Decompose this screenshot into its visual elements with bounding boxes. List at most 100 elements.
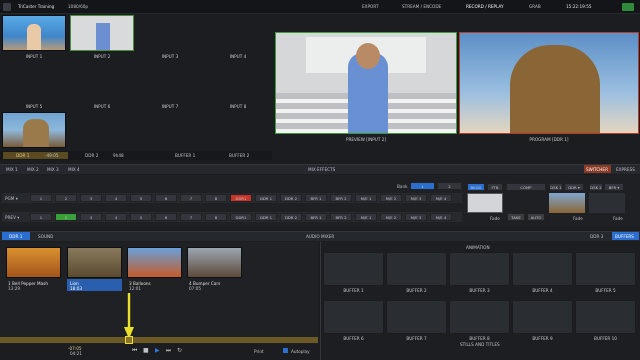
tab-mix-3[interactable]: MIX 3 (47, 167, 59, 172)
pgm-button-5[interactable]: 5 (130, 194, 152, 202)
buffer-slot[interactable] (512, 300, 573, 334)
dsk2-button[interactable]: DSK 2 (589, 183, 603, 191)
preview-label: PREVIEW [INPUT 2] (345, 137, 387, 142)
prev-button-9[interactable]: DDR1 (230, 213, 252, 221)
menu-grab[interactable]: GRAB (529, 4, 541, 9)
buffer-1-label: BUFFER 1 (175, 153, 196, 158)
skip-forward-icon[interactable]: ⏭ (166, 347, 171, 355)
tab-sound[interactable]: SOUND (38, 234, 53, 239)
tab-ddr3[interactable]: DDR 3 (590, 234, 603, 239)
pgm-row-label[interactable]: PGM ▾ (5, 196, 18, 201)
preview-monitor[interactable] (275, 32, 457, 134)
clip-4-thumb[interactable] (187, 247, 242, 278)
tab-mix-2[interactable]: MIX 2 (27, 167, 39, 172)
pgm-button-13[interactable]: BFR 2 (330, 194, 352, 202)
prev-button-1[interactable]: 1 (30, 213, 52, 221)
clip-3-time: 12:01 (129, 286, 142, 291)
pgm-button-10[interactable]: DDR 1 (255, 194, 277, 202)
clip-2-thumb[interactable] (67, 247, 122, 278)
transition-thumb[interactable] (467, 193, 503, 213)
menu-stream[interactable]: STREAM / ENCODE (402, 4, 441, 9)
clip-1-thumb[interactable] (6, 247, 61, 278)
buffer-slot[interactable] (512, 252, 573, 286)
menu-export[interactable]: EXPORT (362, 4, 379, 9)
pgm-button-17[interactable]: M/E 4 (430, 194, 452, 202)
clip-2-time: 18:03 (70, 286, 83, 291)
dsk2-source[interactable]: BFR ▾ (604, 183, 624, 191)
prev-button-2[interactable]: 2 (55, 213, 77, 221)
buffer-slot[interactable] (386, 300, 447, 334)
print-label[interactable]: Print (254, 349, 264, 354)
prev-button-5[interactable]: 5 (130, 213, 152, 221)
prev-button-10[interactable]: DDR 1 (255, 213, 277, 221)
tab-express[interactable]: EXPRESS (616, 167, 635, 172)
bank-2-button[interactable]: 2 (437, 182, 462, 190)
prev-button-4[interactable]: 4 (105, 213, 127, 221)
pgm-button-1[interactable]: 1 (30, 194, 52, 202)
pgm-button-15[interactable]: M/E 2 (380, 194, 402, 202)
bank-1-button[interactable]: 1 (410, 182, 435, 190)
prev-row-label[interactable]: PREV ▾ (5, 215, 19, 220)
buffer-slot[interactable] (575, 252, 636, 286)
buffer-slot-label: BUFFER 4 (532, 288, 553, 293)
prev-button-6[interactable]: 6 (155, 213, 177, 221)
dsk1-thumb[interactable] (549, 193, 585, 213)
menu-record[interactable]: RECORD / REPLAY (466, 4, 504, 9)
buffer-slot[interactable] (449, 300, 510, 334)
pgm-button-3[interactable]: 3 (80, 194, 102, 202)
prev-button-3[interactable]: 3 (80, 213, 102, 221)
input-1-thumb[interactable] (2, 15, 66, 51)
prev-button-12[interactable]: BFR 1 (305, 213, 327, 221)
buffer-slot[interactable] (449, 252, 510, 286)
scrubber-playhead[interactable] (125, 336, 133, 344)
dsk1-button[interactable]: DSK 1 (549, 183, 563, 191)
pgm-button-7[interactable]: 7 (180, 194, 202, 202)
pgm-button-4[interactable]: 4 (105, 194, 127, 202)
program-monitor[interactable] (459, 32, 639, 134)
pgm-button-2[interactable]: 2 (55, 194, 77, 202)
tab-mix-1[interactable]: MIX 1 (6, 167, 18, 172)
pgm-button-12[interactable]: BFR 1 (305, 194, 327, 202)
prev-button-15[interactable]: M/E 2 (380, 213, 402, 221)
auto-button[interactable]: AUTO (527, 213, 545, 221)
ftb-button[interactable]: FTB (487, 183, 503, 191)
dsk1-source[interactable]: DDR ▾ (564, 183, 584, 191)
tab-audio-mixer[interactable]: AUDIO MIXER (306, 234, 334, 239)
prev-button-16[interactable]: M/E 3 (405, 213, 427, 221)
prev-button-13[interactable]: BFR 2 (330, 213, 352, 221)
boy-figure (96, 23, 110, 50)
buffer-slot[interactable] (323, 300, 384, 334)
prev-button-14[interactable]: M/E 1 (355, 213, 377, 221)
pgm-button-16[interactable]: M/E 3 (405, 194, 427, 202)
clip-4-time: 07:05 (189, 286, 202, 291)
play-icon[interactable]: ▶ (155, 347, 160, 354)
input-2-thumb[interactable] (70, 15, 134, 51)
skip-back-icon[interactable]: ⏮ (132, 347, 137, 355)
buffer-slot[interactable] (323, 252, 384, 286)
power-icon[interactable] (622, 3, 634, 11)
clip-3-thumb[interactable] (127, 247, 182, 278)
pgm-button-11[interactable]: DDR 2 (280, 194, 302, 202)
buffer-slot[interactable] (386, 252, 447, 286)
session-title: TriCaster Training (18, 4, 55, 9)
stop-icon[interactable]: ■ (143, 347, 149, 354)
prev-button-8[interactable]: 8 (205, 213, 227, 221)
prev-button-7[interactable]: 7 (180, 213, 202, 221)
prev-button-11[interactable]: DDR 2 (280, 213, 302, 221)
pgm-button-6[interactable]: 6 (155, 194, 177, 202)
pgm-button-9[interactable]: DDR1 (230, 194, 252, 202)
pgm-button-14[interactable]: M/E 1 (355, 194, 377, 202)
pgm-button-8[interactable]: 8 (205, 194, 227, 202)
prev-button-17[interactable]: M/E 4 (430, 213, 452, 221)
bkgd-button[interactable]: BKGD (467, 183, 485, 191)
input-5-thumb[interactable] (2, 112, 66, 148)
loop-icon[interactable]: ↻ (177, 347, 182, 354)
tab-mix-4[interactable]: MIX 4 (68, 167, 80, 172)
ddr1-time: -49:05 (45, 153, 59, 158)
comp-button[interactable]: COMP (506, 183, 546, 191)
scrubber-bar[interactable] (0, 337, 318, 343)
take-button[interactable]: TAKE (507, 213, 525, 221)
autoplay-checkbox[interactable] (283, 348, 288, 353)
dsk2-thumb[interactable] (589, 193, 625, 213)
buffer-slot[interactable] (575, 300, 636, 334)
